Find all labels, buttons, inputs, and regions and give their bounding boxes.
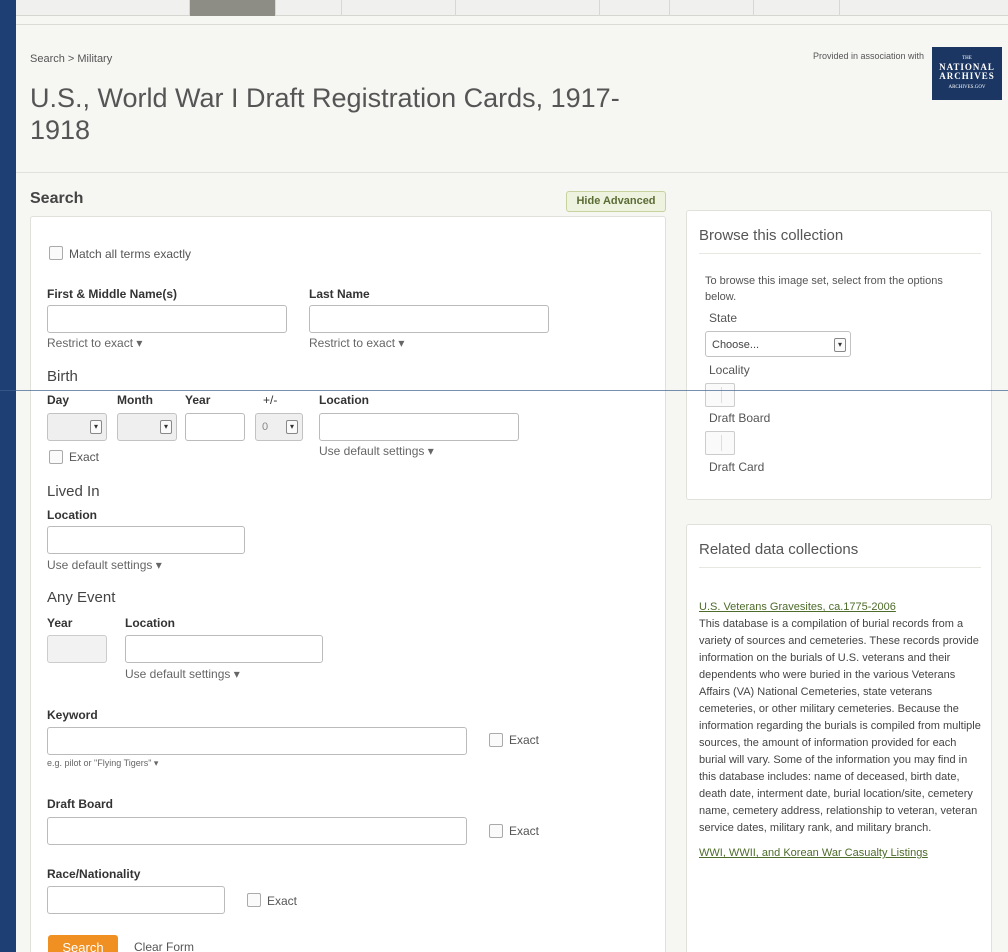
hide-advanced-button[interactable]: Hide Advanced (566, 191, 666, 212)
related-description: This database is a compilation of burial… (699, 618, 981, 834)
keyword-label: Keyword (47, 708, 98, 722)
chevron-down-icon: ▾ (286, 420, 298, 434)
any-event-location-input[interactable] (125, 635, 323, 663)
day-label: Day (47, 393, 70, 407)
locality-select[interactable] (705, 383, 735, 407)
birth-location-input[interactable] (319, 413, 519, 441)
page-title: U.S., World War I Draft Registration Car… (30, 83, 620, 145)
any-event-year-label: Year (47, 616, 73, 630)
first-name-input[interactable] (47, 305, 287, 333)
draft-card-label: Draft Card (709, 460, 765, 474)
draft-board-exact-checkbox[interactable] (489, 824, 503, 838)
month-label: Month (117, 393, 153, 407)
birth-day-select[interactable]: ▾ (47, 413, 107, 441)
search-heading: Search (30, 190, 84, 207)
any-event-location-label: Location (125, 616, 175, 630)
birth-exact-checkbox[interactable] (49, 450, 63, 464)
any-event-default-settings[interactable]: Use default settings ▾ (125, 667, 240, 681)
plusminus-value: 0 (262, 421, 269, 433)
birth-plusminus-select[interactable]: 0 ▾ (255, 413, 303, 441)
birth-heading: Birth (47, 368, 78, 385)
keyword-hint[interactable]: e.g. pilot or "Flying Tigers" ▾ (47, 758, 158, 769)
divider (16, 172, 1008, 173)
any-event-year-input[interactable] (47, 635, 107, 663)
search-form: Match all terms exactly First & Middle N… (30, 216, 666, 952)
divider (699, 253, 981, 254)
state-label: State (709, 311, 738, 325)
nav-tab[interactable] (276, 0, 342, 16)
draft-board-input[interactable] (47, 817, 467, 845)
first-name-label: First & Middle Name(s) (47, 287, 178, 301)
chevron-down-icon: ▾ (834, 338, 846, 352)
nav-tab[interactable] (754, 0, 840, 16)
nav-tab[interactable] (342, 0, 456, 16)
browse-panel: Browse this collection To browse this im… (686, 210, 992, 500)
breadcrumb[interactable]: Search > Military (30, 53, 112, 65)
draft-board-select[interactable] (705, 431, 735, 455)
keyword-exact-checkbox[interactable] (489, 733, 503, 747)
related-heading: Related data collections (699, 541, 859, 558)
match-exact-checkbox[interactable] (49, 246, 63, 260)
top-navigation (16, 0, 1008, 16)
keyword-exact-label: Exact (509, 733, 540, 747)
overlay-guide-line (0, 390, 1008, 391)
chevron-down-icon: ▾ (160, 420, 172, 434)
browse-heading: Browse this collection (699, 227, 844, 244)
lived-in-location-input[interactable] (47, 526, 245, 554)
locality-label: Locality (709, 363, 750, 377)
draft-board-browse-label: Draft Board (709, 411, 771, 425)
state-select-value: Choose... (712, 339, 760, 351)
restrict-exact-first[interactable]: Restrict to exact ▾ (47, 336, 142, 350)
search-button[interactable]: Search (48, 935, 118, 952)
birth-location-label: Location (319, 393, 369, 407)
related-panel: Related data collections U.S. Veterans G… (686, 524, 992, 952)
year-label: Year (185, 393, 211, 407)
race-input[interactable] (47, 886, 225, 914)
nav-tab[interactable] (600, 0, 670, 16)
race-label: Race/Nationality (47, 867, 141, 881)
nav-tab[interactable] (456, 0, 600, 16)
chevron-down-icon: ▾ (90, 420, 102, 434)
draft-board-exact-label: Exact (509, 824, 540, 838)
association-text: Provided in association with (812, 51, 924, 61)
state-select[interactable]: Choose... ▾ (705, 331, 851, 357)
clear-form-link[interactable]: Clear Form (134, 940, 194, 952)
chevron-down-icon (721, 435, 730, 451)
restrict-exact-last[interactable]: Restrict to exact ▾ (309, 336, 404, 350)
plusminus-label: +/- (263, 393, 278, 407)
birth-default-settings[interactable]: Use default settings ▾ (319, 444, 434, 458)
lived-in-heading: Lived In (47, 483, 100, 500)
related-link-casualty-listings[interactable]: WWI, WWII, and Korean War Casualty Listi… (699, 845, 983, 862)
nav-tab[interactable] (670, 0, 754, 16)
related-content: U.S. Veterans Gravesites, ca.1775-2006 T… (699, 599, 983, 862)
nav-tab-active[interactable] (190, 0, 276, 16)
last-name-label: Last Name (309, 287, 370, 301)
lived-in-default-settings[interactable]: Use default settings ▾ (47, 558, 162, 572)
birth-month-select[interactable]: ▾ (117, 413, 177, 441)
birth-year-input[interactable] (185, 413, 245, 441)
any-event-heading: Any Event (47, 589, 116, 606)
birth-exact-label: Exact (69, 450, 100, 464)
race-exact-checkbox[interactable] (247, 893, 261, 907)
nav-tab[interactable] (70, 0, 190, 16)
match-exact-label: Match all terms exactly (69, 247, 192, 261)
keyword-input[interactable] (47, 727, 467, 755)
browse-intro: To browse this image set, select from th… (705, 275, 943, 303)
page: Search > Military U.S., World War I Draf… (16, 0, 1008, 952)
race-exact-label: Exact (267, 894, 298, 908)
lived-in-location-label: Location (47, 508, 97, 522)
last-name-input[interactable] (309, 305, 549, 333)
divider (16, 24, 1008, 25)
national-archives-logo[interactable]: THE NATIONAL ARCHIVES ARCHIVES.GOV (932, 47, 1002, 100)
draft-board-label: Draft Board (47, 797, 114, 811)
divider (699, 567, 981, 568)
related-link-veterans-gravesites[interactable]: U.S. Veterans Gravesites, ca.1775-2006 (699, 599, 983, 616)
